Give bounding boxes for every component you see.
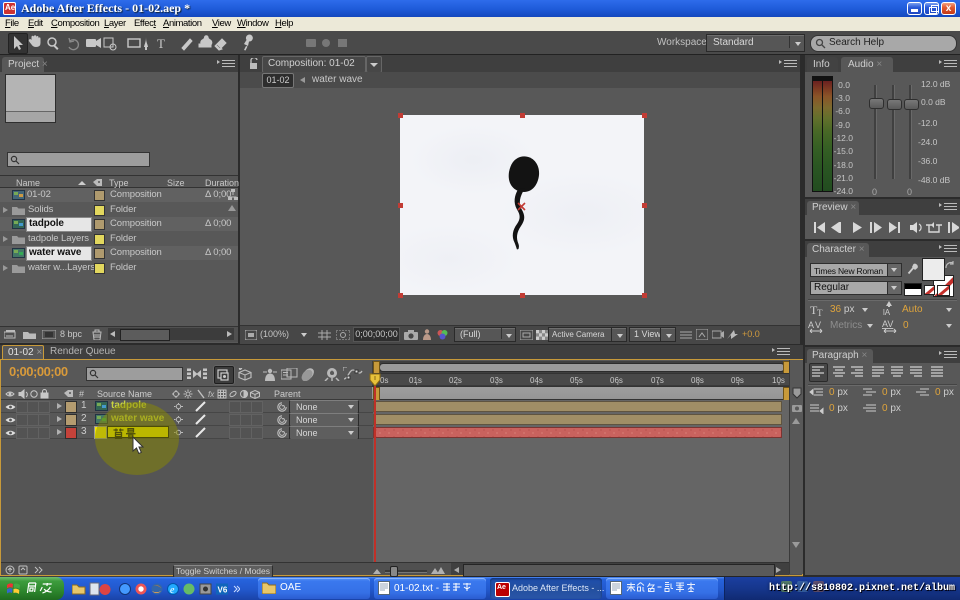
svg-text:V6: V6 (218, 586, 228, 595)
svg-text:T: T (817, 308, 823, 316)
svg-text:A: A (808, 320, 814, 330)
svg-text:e: e (170, 585, 175, 596)
svg-text:lA: lA (883, 308, 891, 317)
svg-text:AV: AV (882, 319, 893, 329)
svg-text:T: T (157, 36, 165, 51)
svg-text:fx: fx (208, 390, 215, 399)
svg-text:V: V (815, 320, 821, 330)
